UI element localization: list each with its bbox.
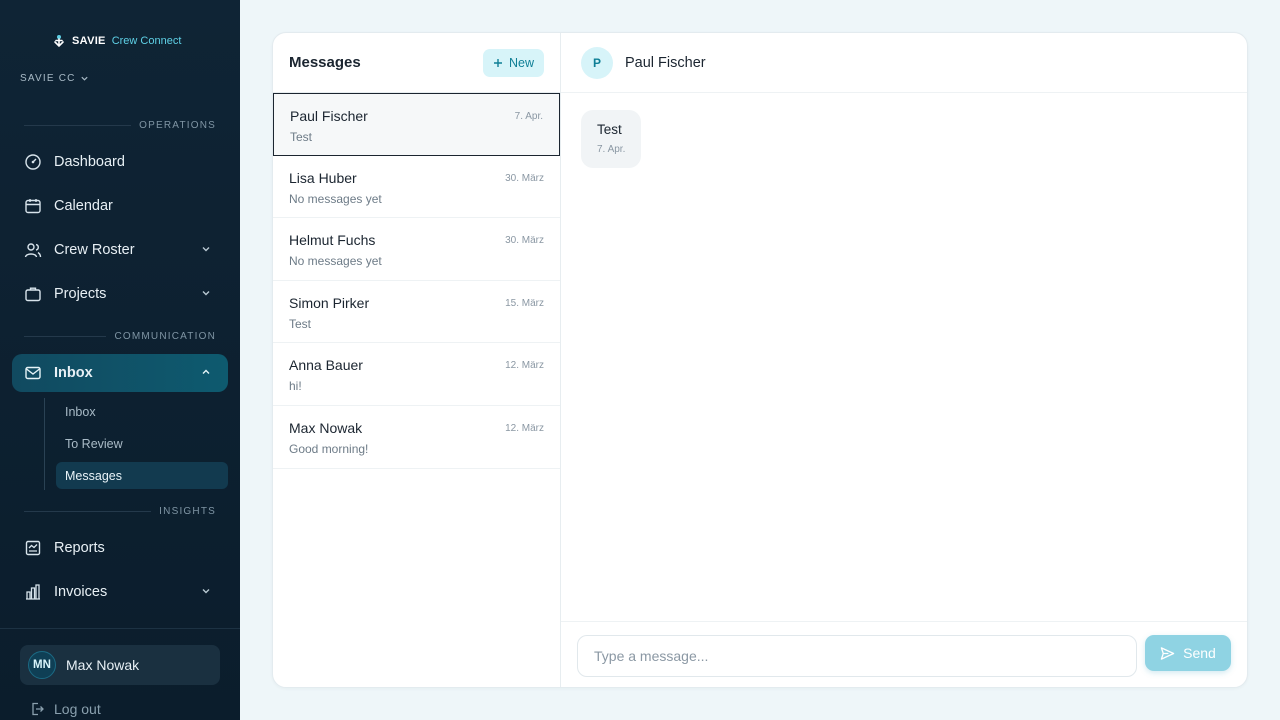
briefcase-icon: [24, 285, 42, 303]
logout-icon: [32, 702, 44, 716]
message-input[interactable]: [577, 635, 1137, 677]
message-preview: Good morning!: [289, 441, 369, 456]
chat-header: P Paul Fischer: [561, 33, 1247, 93]
nav-label: Calendar: [54, 198, 113, 214]
message-text: Test: [597, 122, 622, 137]
conversation-date: 7. Apr.: [514, 111, 543, 122]
section-label: INSIGHTS: [159, 506, 216, 517]
section-label: OPERATIONS: [139, 120, 216, 131]
contact-name: Paul Fischer: [290, 108, 368, 124]
nav-projects[interactable]: Projects: [12, 275, 228, 313]
chevron-down-icon: [80, 76, 88, 81]
chat-contact-name: Paul Fischer: [625, 54, 706, 71]
brand-name: SAVIE: [72, 35, 106, 47]
conversation-item[interactable]: Simon Pirker 15. März Test: [273, 281, 560, 344]
message-preview: No messages yet: [289, 191, 382, 206]
sidebar: SAVIE Crew Connect SAVIE CC OPERATIONS D…: [0, 0, 240, 720]
list-header: Messages New: [273, 33, 560, 93]
conversation-date: 15. März: [505, 297, 544, 309]
nav-inbox[interactable]: Inbox: [12, 354, 228, 392]
brand-subtitle: Crew Connect: [111, 35, 182, 47]
chat-panel: P Paul Fischer Test 7. Apr. Send: [561, 33, 1247, 687]
conversation-list: Messages New Paul Fischer 7. Apr. Test L…: [273, 33, 561, 687]
conversation-item[interactable]: Lisa Huber 30. März No messages yet: [273, 156, 560, 219]
avatar: MN: [28, 651, 56, 679]
subnav-inbox[interactable]: Inbox: [56, 398, 228, 425]
report-icon: [24, 539, 42, 557]
section-insights: INSIGHTS: [24, 506, 216, 517]
message-bubble: Test 7. Apr.: [581, 110, 641, 168]
dashboard-icon: [24, 153, 42, 171]
calendar-icon: [24, 197, 42, 215]
users-icon: [24, 241, 42, 259]
logout-label: Log out: [54, 701, 101, 717]
chevron-down-icon: [202, 589, 210, 594]
conversation-item[interactable]: Paul Fischer 7. Apr. Test: [273, 93, 560, 156]
avatar: P: [581, 46, 613, 79]
message-preview: Test: [290, 130, 313, 144]
conversation-item[interactable]: Anna Bauer 12. März hi!: [273, 343, 560, 406]
nav-calendar[interactable]: Calendar: [12, 187, 228, 225]
user-name: Max Nowak: [66, 657, 140, 673]
conversation-date: 12. März: [505, 422, 544, 434]
button-label: New: [508, 55, 534, 70]
subnav-messages[interactable]: Messages: [56, 462, 228, 489]
nav-dashboard[interactable]: Dashboard: [12, 143, 228, 181]
org-name: SAVIE CC: [20, 73, 76, 84]
new-message-button[interactable]: New: [482, 48, 544, 77]
nav-label: Projects: [54, 286, 107, 302]
nav-label: Reports: [54, 540, 105, 556]
conversation-date: 30. März: [505, 172, 544, 184]
section-label: COMMUNICATION: [114, 331, 216, 342]
nav-label: Crew Roster: [54, 242, 135, 258]
conversation-item[interactable]: Helmut Fuchs 30. März No messages yet: [273, 218, 560, 281]
nav-label: Invoices: [54, 584, 108, 600]
messages-card: Messages New Paul Fischer 7. Apr. Test L…: [272, 32, 1248, 688]
bar-chart-icon: [24, 583, 42, 601]
message-preview: hi!: [289, 379, 302, 394]
brand-logo[interactable]: SAVIE Crew Connect: [52, 34, 181, 48]
message-time: 7. Apr.: [597, 144, 626, 155]
send-icon: [1160, 646, 1175, 660]
conversation-date: 12. März: [505, 360, 544, 372]
chevron-up-icon: [202, 369, 210, 374]
nav-crew-roster[interactable]: Crew Roster: [12, 231, 228, 269]
logout-button[interactable]: Log out: [30, 701, 101, 717]
user-profile[interactable]: MN Max Nowak: [20, 645, 220, 685]
send-button[interactable]: Send: [1145, 635, 1231, 671]
chevron-down-icon: [202, 247, 210, 252]
message-composer: Send: [561, 621, 1247, 687]
conversation-date: 30. März: [505, 235, 544, 247]
section-communication: COMMUNICATION: [24, 331, 216, 342]
button-label: Send: [1183, 645, 1216, 661]
nav-reports[interactable]: Reports: [12, 529, 228, 567]
message-preview: No messages yet: [289, 254, 382, 269]
subnav-line: [44, 398, 45, 490]
subnav-to-review[interactable]: To Review: [56, 430, 228, 457]
anchor-logo-icon: [54, 35, 64, 48]
conversation-item[interactable]: Max Nowak 12. März Good morning!: [273, 406, 560, 469]
nav-invoices[interactable]: Invoices: [12, 573, 228, 611]
mail-icon: [24, 364, 42, 382]
page-title: Messages: [289, 54, 361, 71]
divider: [0, 628, 240, 629]
plus-icon: [493, 58, 502, 67]
nav-label: Dashboard: [54, 154, 125, 170]
section-operations: OPERATIONS: [24, 120, 216, 131]
nav-label: Inbox: [54, 365, 93, 381]
org-switcher[interactable]: SAVIE CC: [20, 73, 89, 84]
message-preview: Test: [289, 316, 312, 331]
chevron-down-icon: [202, 291, 210, 296]
